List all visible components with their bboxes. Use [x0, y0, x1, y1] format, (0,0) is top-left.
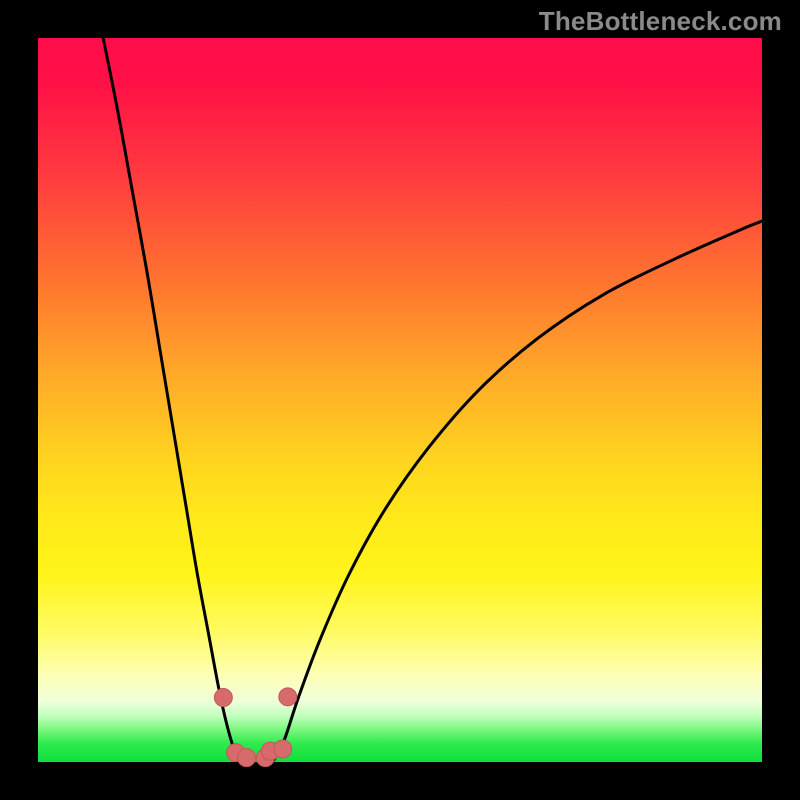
marker-0	[214, 689, 232, 707]
marker-2	[238, 749, 256, 767]
bottleneck-curve	[103, 38, 762, 761]
watermark-text: TheBottleneck.com	[539, 6, 782, 37]
marker-5	[274, 740, 292, 758]
marker-6	[279, 688, 297, 706]
curve-layer	[38, 38, 762, 762]
outer-frame: TheBottleneck.com	[0, 0, 800, 800]
curve-right-branch	[274, 221, 762, 760]
curve-left-branch	[103, 38, 240, 761]
